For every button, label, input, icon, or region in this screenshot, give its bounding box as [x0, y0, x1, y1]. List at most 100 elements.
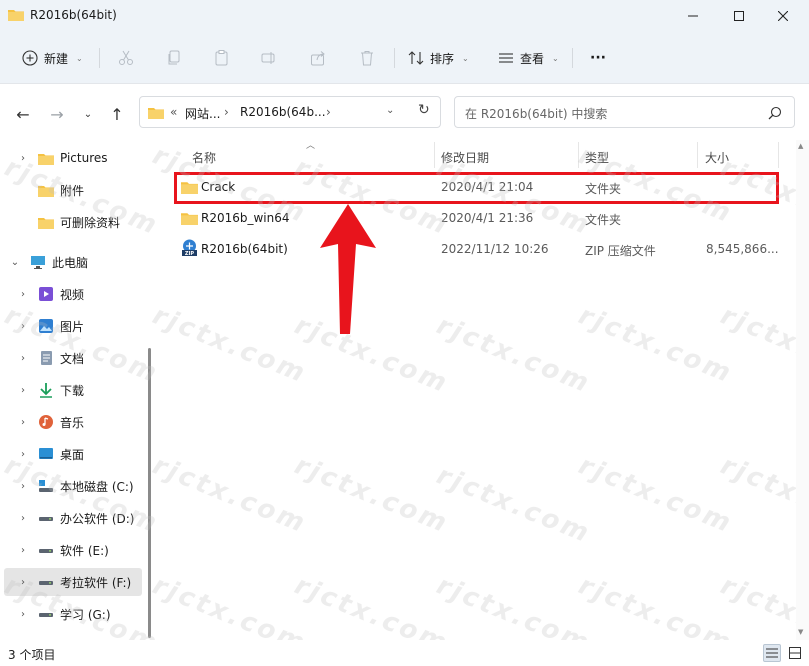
back-button[interactable]: ←: [11, 102, 35, 126]
sidebar-item-drive-g[interactable]: › 学习 (G:): [4, 600, 142, 628]
paste-icon: [215, 50, 228, 66]
minimize-button[interactable]: [670, 0, 716, 32]
column-header-modified[interactable]: 修改日期: [441, 146, 489, 168]
file-type: ZIP 压缩文件: [585, 244, 656, 258]
table-row[interactable]: R2016b_win64 2020/4/1 21:36 文件夹: [176, 203, 788, 233]
sidebar-item-label: Pictures: [60, 151, 108, 165]
breadcrumb-item[interactable]: 网站...: [185, 105, 220, 122]
folder-icon: [38, 153, 54, 165]
sidebar-item-label: 文档: [60, 351, 85, 366]
chevron-right-icon[interactable]: ›: [16, 577, 30, 588]
recent-locations-button[interactable]: ⌄: [76, 102, 100, 126]
arrow-left-icon: ←: [16, 104, 30, 124]
column-divider[interactable]: [434, 142, 435, 168]
sidebar-item-drive-f[interactable]: › 考拉软件 (F:): [4, 568, 142, 596]
svg-text:ZIP: ZIP: [185, 251, 194, 257]
chevron-right-icon[interactable]: ›: [16, 321, 30, 332]
file-name: R2016b_win64: [201, 211, 290, 225]
chevron-down-icon: ⌄: [462, 53, 469, 63]
download-icon: [40, 383, 52, 398]
delete-button[interactable]: [355, 46, 379, 70]
view-list-icon: [499, 53, 513, 63]
highlight-box: [174, 172, 779, 204]
chevron-down-icon[interactable]: ⌄: [8, 257, 22, 268]
file-modified: 2022/11/12 10:26: [441, 242, 549, 256]
overflow-crumbs[interactable]: «: [170, 105, 177, 119]
sidebar-item-drive-e[interactable]: › 软件 (E:): [4, 536, 142, 564]
sidebar-item-attachments[interactable]: 附件: [4, 176, 142, 204]
more-options-button[interactable]: ···: [590, 44, 606, 72]
chevron-right-icon[interactable]: ›: [16, 449, 30, 460]
search-box[interactable]: 在 R2016b(64bit) 中搜索: [454, 96, 795, 128]
sidebar-item-label: 此电脑: [52, 255, 89, 270]
sidebar-item-this-pc[interactable]: ⌄ 此电脑: [4, 248, 142, 276]
share-button[interactable]: [306, 46, 330, 70]
column-divider[interactable]: [578, 142, 579, 168]
status-bar: 3 个项目: [0, 640, 809, 666]
chevron-right-icon[interactable]: ›: [16, 545, 30, 556]
chevron-right-icon[interactable]: ›: [16, 513, 30, 524]
sort-button[interactable]: 排序 ⌄: [408, 44, 469, 72]
breadcrumb-item[interactable]: R2016b(64b...: [240, 105, 326, 119]
folder-icon: [8, 10, 24, 21]
file-name: R2016b(64bit): [201, 242, 288, 256]
sidebar-item-pictures-folder[interactable]: › Pictures: [4, 144, 142, 172]
file-size: 8,545,866...: [706, 242, 779, 256]
sidebar-item-drive-d[interactable]: › 办公软件 (D:): [4, 504, 142, 532]
sidebar-item-label: 学习 (G:): [60, 607, 111, 622]
scroll-up-icon[interactable]: ▲: [798, 142, 803, 150]
new-button[interactable]: 新建 ⌄: [22, 44, 83, 72]
refresh-icon[interactable]: ↻: [418, 102, 430, 118]
chevron-right-icon[interactable]: ›: [16, 153, 30, 164]
paste-button[interactable]: [210, 46, 234, 70]
chevron-right-icon[interactable]: ›: [16, 385, 30, 396]
rename-button[interactable]: [257, 46, 281, 70]
column-header-type[interactable]: 类型: [585, 146, 609, 168]
sidebar-item-label: 桌面: [60, 447, 85, 462]
share-icon: [311, 51, 325, 66]
address-bar[interactable]: « 网站... › R2016b(64b... › ⌄ ↻: [139, 96, 441, 128]
copy-button[interactable]: [162, 46, 186, 70]
scroll-down-icon[interactable]: ▼: [798, 628, 803, 636]
column-divider[interactable]: [697, 142, 698, 168]
drive-icon: [39, 581, 53, 585]
tiles-view-button[interactable]: [786, 644, 804, 662]
chevron-right-icon[interactable]: ›: [16, 353, 30, 364]
chevron-right-icon[interactable]: ›: [16, 417, 30, 428]
vertical-scrollbar[interactable]: ▲ ▼: [796, 140, 809, 640]
maximize-button[interactable]: [716, 0, 762, 32]
chevron-right-icon[interactable]: ›: [16, 289, 30, 300]
cut-button[interactable]: [114, 46, 138, 70]
image-icon: [39, 319, 53, 333]
sidebar-item-drive-c[interactable]: › 本地磁盘 (C:): [4, 472, 142, 500]
sidebar-item-pictures[interactable]: › 图片: [4, 312, 142, 340]
sidebar-item-downloads[interactable]: › 下载: [4, 376, 142, 404]
sort-ascending-icon: ︿: [306, 141, 316, 151]
sidebar-scrollbar[interactable]: [148, 348, 151, 638]
item-count: 3 个项目: [8, 648, 56, 662]
chevron-right-icon[interactable]: ›: [16, 481, 30, 492]
column-header-size[interactable]: 大小: [705, 146, 729, 168]
sidebar-item-music[interactable]: › 音乐: [4, 408, 142, 436]
divider: [394, 48, 395, 68]
column-header-name[interactable]: 名称: [192, 146, 216, 168]
sidebar-item-deletable[interactable]: 可删除资料: [4, 208, 142, 236]
window-title: R2016b(64bit): [30, 8, 117, 22]
column-divider[interactable]: [778, 142, 779, 168]
address-dropdown-icon[interactable]: ⌄: [386, 105, 394, 116]
table-row[interactable]: ZIP R2016b(64bit) 2022/11/12 10:26 ZIP 压…: [176, 234, 788, 264]
file-list: 名称 ︿ 修改日期 类型 大小 Crack 2020/4/1 21:04 文件夹…: [160, 140, 809, 640]
sidebar-item-documents[interactable]: › 文档: [4, 344, 142, 372]
close-button[interactable]: [760, 0, 806, 32]
sidebar-item-label: 考拉软件 (F:): [60, 575, 132, 590]
copy-icon: [168, 50, 180, 65]
sidebar-item-videos[interactable]: › 视频: [4, 280, 142, 308]
details-view-button[interactable]: [763, 644, 781, 662]
view-button[interactable]: 查看 ⌄: [498, 44, 559, 72]
up-button[interactable]: ↑: [105, 102, 129, 126]
sidebar-item-desktop[interactable]: › 桌面: [4, 440, 142, 468]
plus-circle-icon: [22, 50, 38, 66]
video-icon: [39, 287, 53, 301]
forward-button[interactable]: →: [45, 102, 69, 126]
chevron-right-icon[interactable]: ›: [16, 609, 30, 620]
